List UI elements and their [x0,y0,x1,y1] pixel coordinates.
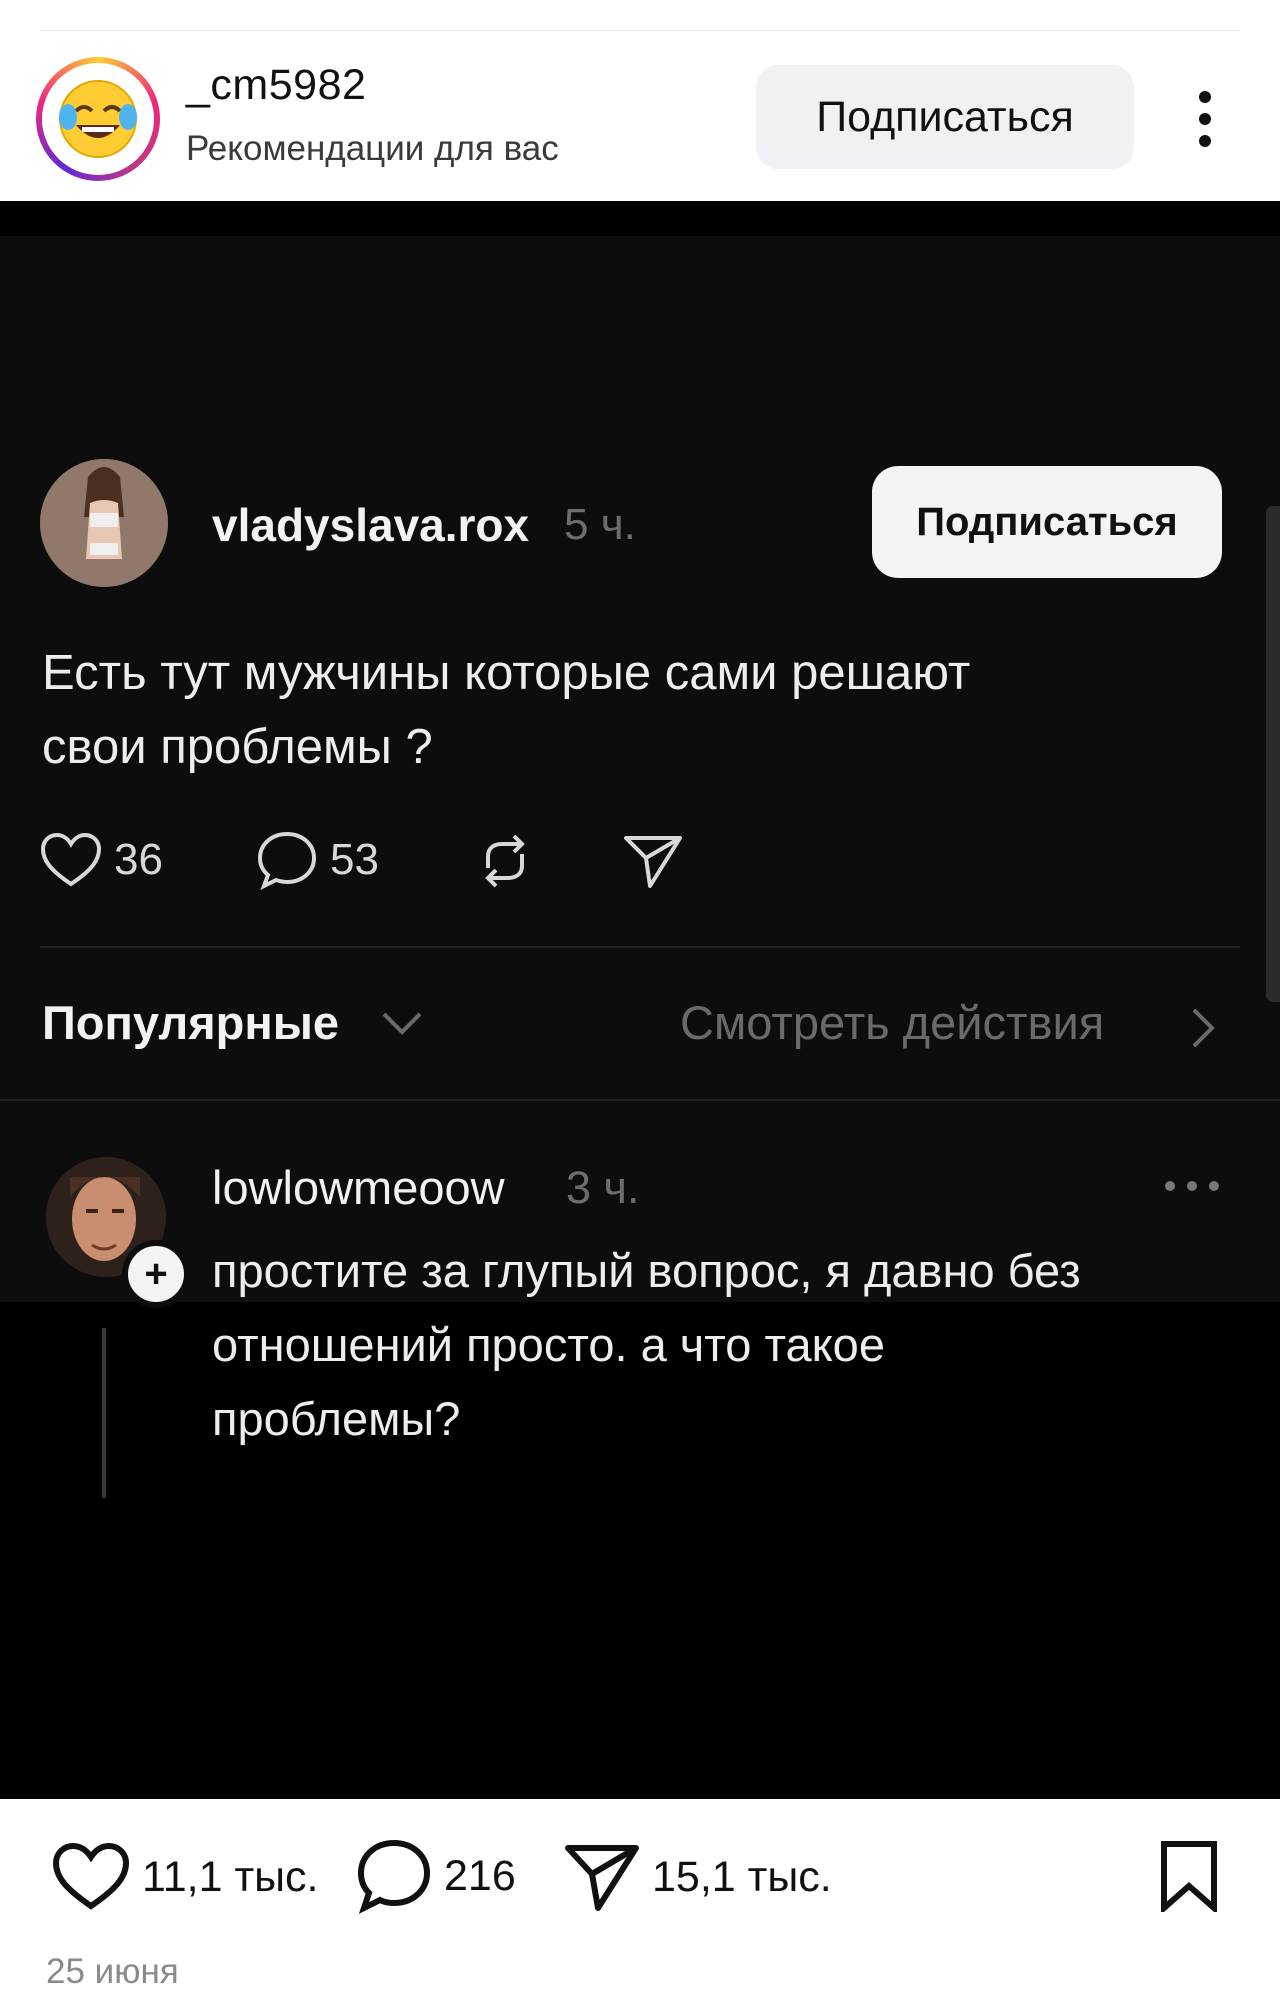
comment-icon [257,831,317,890]
comment-text: простите за глупый вопрос, я давно без о… [212,1244,1081,1445]
like-count: 11,1 тыс. [142,1852,319,1901]
vertical-dots-icon[interactable] [1190,89,1220,149]
comment-count: 216 [444,1851,516,1900]
chevron-right-icon [1190,1006,1216,1055]
sort-popular: Популярные [42,996,340,1049]
comment-username: lowlowmeoow [212,1161,505,1214]
post-author-avatar [40,459,168,587]
thread-line [102,1328,106,1498]
comment-time: 3 ч. [566,1162,640,1213]
like-button[interactable]: 11,1 тыс. [52,1842,319,1912]
face-with-tears-of-joy-emoji-icon [52,73,144,165]
bookmark-icon[interactable] [1158,1840,1220,1912]
post-username: vladyslava.rox [212,499,530,551]
scrollbar [1266,506,1280,1002]
share-icon[interactable] [564,1842,640,1912]
plus-icon: + [122,1240,190,1308]
divider [0,1099,1280,1101]
share-button[interactable]: 15,1 тыс. [564,1842,832,1912]
heart-icon [40,832,102,887]
post-time: 5 ч. [564,500,636,549]
horizontal-dots-icon [1162,1178,1222,1199]
heart-icon[interactable] [52,1842,130,1912]
post-text: Есть тут мужчины которые сами решают сво… [42,646,971,774]
share-count: 15,1 тыс. [652,1852,832,1901]
post-comment-count: 53 [330,835,379,884]
post-like-count: 36 [114,835,163,884]
post-header: _cm5982 Рекомендации для вас Подписаться [0,31,1280,201]
follow-button[interactable]: Подписаться [756,65,1134,169]
post-comment: 53 [256,830,379,890]
author-username[interactable]: _cm5982 [186,61,366,110]
recommendation-subtitle: Рекомендации для вас [186,129,559,168]
divider [40,946,1240,948]
screenshot-follow-button: Подписаться [872,466,1222,578]
post-date: 25 июня [46,1952,179,1991]
chevron-down-icon [380,1008,424,1043]
comment-icon[interactable] [356,1838,432,1914]
repost-icon [474,832,536,890]
share-icon [622,832,684,890]
comment-button[interactable]: 216 [356,1838,516,1914]
view-activity-link: Смотреть действия [680,996,1105,1049]
post-like: 36 [40,832,163,888]
author-avatar[interactable] [36,57,160,181]
